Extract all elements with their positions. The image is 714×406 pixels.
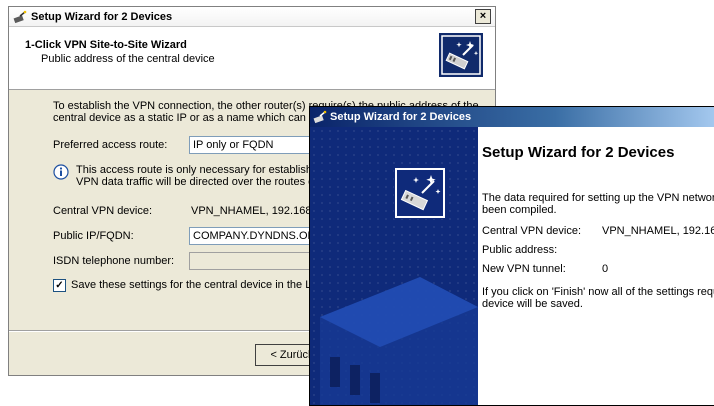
- preferred-route-select[interactable]: IP only or FQDN: [189, 136, 319, 154]
- save-settings-checkbox[interactable]: ✓: [53, 279, 66, 292]
- window-title-front: Setup Wizard for 2 Devices: [330, 111, 472, 123]
- save-settings-label: Save these settings for the central devi…: [71, 279, 327, 291]
- finish-text-line2: device will be saved.: [482, 298, 583, 310]
- wizard-header: 1-Click VPN Site-to-Site Wizard Public a…: [9, 27, 495, 90]
- central-device-label: Central VPN device:: [53, 205, 153, 217]
- wizard-icon: [13, 10, 27, 24]
- compiled-text-line1: The data required for setting up the VPN…: [482, 192, 714, 204]
- title-bar-front[interactable]: Setup Wizard for 2 Devices: [310, 107, 714, 127]
- isdn-input[interactable]: [189, 252, 319, 270]
- central-device-value: VPN_NHAMEL, 192.16: [602, 225, 714, 237]
- central-device-label: Central VPN device:: [482, 225, 582, 237]
- wizard-window-front: Setup Wizard for 2 Devices Setup Wizard …: [309, 106, 714, 406]
- new-tunnel-value: 0: [602, 263, 609, 275]
- finish-text-line1: If you click on 'Finish' now all of the …: [482, 286, 714, 298]
- title-bar[interactable]: Setup Wizard for 2 Devices ×: [9, 7, 495, 27]
- info-text-line1: This access route is only necessary for …: [76, 164, 327, 176]
- vpn-wand-icon: [439, 33, 483, 77]
- wizard-icon: [313, 110, 327, 124]
- preferred-route-label: Preferred access route:: [53, 139, 168, 151]
- info-text-line2: VPN data traffic will be directed over t…: [76, 176, 326, 188]
- public-address-label: Public address:: [482, 244, 558, 256]
- window-title: Setup Wizard for 2 Devices: [31, 11, 173, 23]
- compiled-text-line2: been compiled.: [482, 204, 557, 216]
- intro-text-line2: central device as a static IP or as a na…: [53, 112, 328, 124]
- header-title: 1-Click VPN Site-to-Site Wizard: [25, 39, 187, 51]
- vpn-wand-icon: [394, 167, 446, 219]
- isdn-label: ISDN telephone number:: [53, 255, 175, 267]
- close-button[interactable]: ×: [475, 9, 491, 24]
- device-illustration: [320, 277, 478, 405]
- info-icon: [53, 164, 69, 180]
- public-ip-input[interactable]: COMPANY.DYNDNS.OR: [189, 227, 319, 245]
- header-subtitle: Public address of the central device: [41, 53, 215, 65]
- public-ip-label: Public IP/FQDN:: [53, 230, 134, 242]
- page-title: Setup Wizard for 2 Devices: [482, 144, 675, 161]
- wizard-sidebar: [310, 127, 478, 405]
- central-device-value: VPN_NHAMEL, 192.168.2: [191, 205, 321, 217]
- new-tunnel-label: New VPN tunnel:: [482, 263, 566, 275]
